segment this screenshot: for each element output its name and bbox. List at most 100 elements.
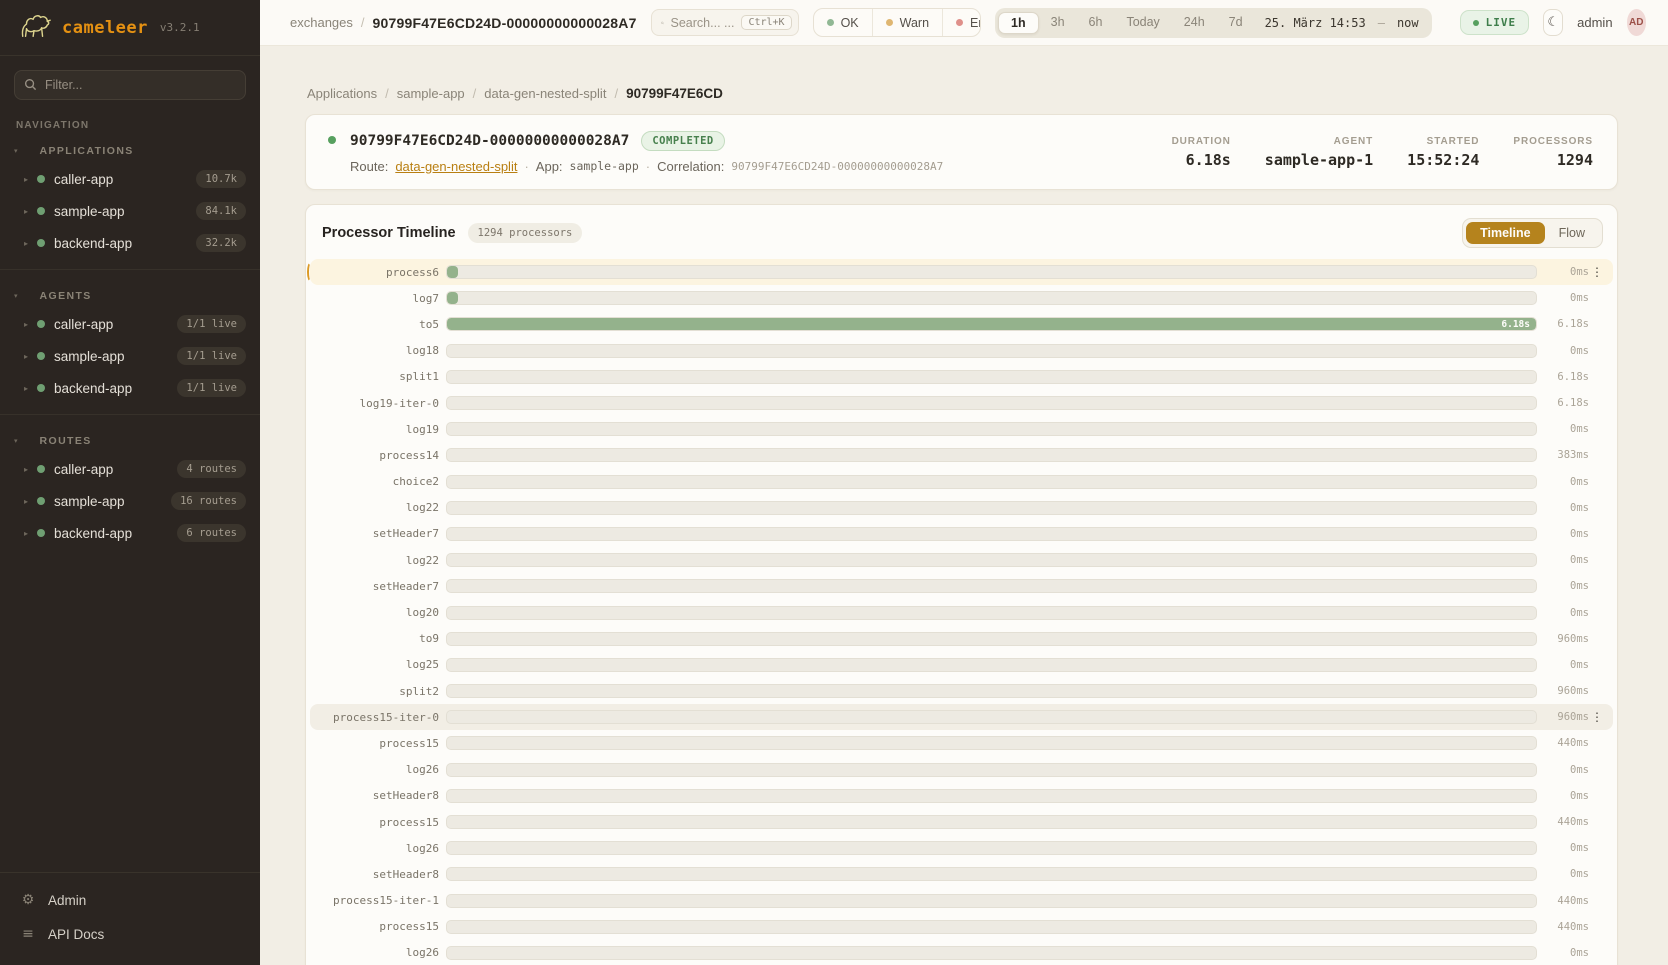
timeline-track [446, 344, 1537, 358]
sidebar-item-caller-app[interactable]: ▸ caller-app 10.7k [0, 163, 260, 195]
range-today-button[interactable]: Today [1114, 12, 1171, 34]
timeline-row[interactable]: log25 0ms ⋮ [310, 652, 1613, 678]
crumb-applications[interactable]: Applications [307, 86, 377, 101]
timeline-track [446, 841, 1537, 855]
sidebar-filter-input[interactable] [14, 70, 246, 100]
processor-name: to9 [314, 632, 446, 645]
route-label: Route: [350, 159, 388, 174]
timeline-row[interactable]: process15-iter-1 440ms ⋮ [310, 888, 1613, 914]
range-1h-button[interactable]: 1h [998, 12, 1039, 34]
timeline-row[interactable]: log26 0ms ⋮ [310, 940, 1613, 965]
timeline-track [446, 370, 1537, 384]
kebab-menu-icon[interactable]: ⋮ [1589, 265, 1605, 279]
processor-name: log19 [314, 423, 446, 436]
chevron-down-icon: ▾ [14, 292, 18, 300]
sidebar-item-sample-app[interactable]: ▸ sample-app 1/1 live [0, 340, 260, 372]
item-label: backend-app [54, 381, 168, 396]
timeline-row[interactable]: process15-iter-0 960ms ⋮ [310, 704, 1613, 730]
timeline-row[interactable]: choice2 0ms ⋮ [310, 469, 1613, 495]
timeline-row[interactable]: log26 0ms ⋮ [310, 835, 1613, 861]
chevron-right-icon: ▸ [24, 207, 28, 216]
timeline-row[interactable]: log26 0ms ⋮ [310, 757, 1613, 783]
timeline-row[interactable]: log22 0ms ⋮ [310, 495, 1613, 521]
item-label: sample-app [54, 494, 162, 509]
flow-view-button[interactable]: Flow [1545, 222, 1599, 244]
route-link[interactable]: data-gen-nested-split [395, 159, 517, 174]
sidebar-item-caller-app[interactable]: ▸ caller-app 4 routes [0, 453, 260, 485]
crumb-route[interactable]: data-gen-nested-split [484, 86, 606, 101]
timeline-row[interactable]: log19-iter-0 6.18s ⋮ [310, 390, 1613, 416]
chevron-right-icon: ▸ [24, 175, 28, 184]
timeline-row[interactable]: log7 0ms ⋮ [310, 285, 1613, 311]
breadcrumb-section[interactable]: exchanges [290, 15, 353, 30]
timeline-row[interactable]: split2 960ms ⋮ [310, 678, 1613, 704]
timeline-row[interactable]: setHeader8 0ms ⋮ [310, 783, 1613, 809]
status-filter-error[interactable]: Error [943, 9, 981, 36]
exchange-meta: Route: data-gen-nested-split · App: samp… [350, 159, 943, 174]
live-indicator[interactable]: LIVE [1460, 10, 1530, 35]
timeline-row[interactable]: to5 6.18s 6.18s ⋮ [310, 311, 1613, 337]
processor-name: log26 [314, 763, 446, 776]
timeline-track [446, 736, 1537, 750]
range-6h-button[interactable]: 6h [1077, 12, 1115, 34]
sidebar-item-backend-app[interactable]: ▸ backend-app 6 routes [0, 517, 260, 549]
brand-header[interactable]: cameleer v3.2.1 [0, 0, 260, 56]
range-24h-button[interactable]: 24h [1172, 12, 1217, 34]
timeline-row[interactable]: to9 960ms ⋮ [310, 626, 1613, 652]
sidebar-item-backend-app[interactable]: ▸ backend-app 1/1 live [0, 372, 260, 404]
timeline-row[interactable]: process14 383ms ⋮ [310, 442, 1613, 468]
correlation-value: 90799F47E6CD24D-00000000000028A7 [731, 160, 943, 173]
section-header[interactable]: ▾ APPLICATIONS [0, 135, 260, 163]
global-search[interactable]: Search... ... Ctrl+K [651, 9, 799, 36]
timeline-row[interactable]: process6 0ms ⋮ [310, 259, 1613, 285]
sidebar-item-sample-app[interactable]: ▸ sample-app 84.1k [0, 195, 260, 227]
timeline-view-button[interactable]: Timeline [1466, 222, 1544, 244]
timeline-row[interactable]: process15 440ms ⋮ [310, 809, 1613, 835]
timeline-row[interactable]: process15 440ms ⋮ [310, 914, 1613, 940]
section-header[interactable]: ▾ ROUTES [0, 425, 260, 453]
timeline-row[interactable]: setHeader7 0ms ⋮ [310, 573, 1613, 599]
range-7d-button[interactable]: 7d [1217, 12, 1255, 34]
sidebar-item-api-docs[interactable]: ≡ API Docs [0, 917, 260, 951]
timeline-row[interactable]: split1 6.18s ⋮ [310, 364, 1613, 390]
camel-logo-icon [18, 10, 52, 45]
avatar[interactable]: AD [1627, 9, 1646, 36]
timeline-row[interactable]: setHeader8 0ms ⋮ [310, 861, 1613, 887]
sidebar-item-admin[interactable]: ⚙ Admin [0, 883, 260, 917]
timeline-row[interactable]: log19 0ms ⋮ [310, 416, 1613, 442]
search-placeholder: Search... ... [671, 16, 735, 30]
section-header[interactable]: ▾ AGENTS [0, 280, 260, 308]
status-dot [37, 465, 45, 473]
chevron-right-icon: ▸ [24, 320, 28, 329]
sidebar-item-caller-app[interactable]: ▸ caller-app 1/1 live [0, 308, 260, 340]
sidebar-item-backend-app[interactable]: ▸ backend-app 32.2k [0, 227, 260, 259]
timeline-row[interactable]: log20 0ms ⋮ [310, 599, 1613, 625]
status-dot [328, 136, 336, 144]
status-dot [37, 352, 45, 360]
count-badge: 1/1 live [177, 347, 246, 365]
sidebar-item-sample-app[interactable]: ▸ sample-app 16 routes [0, 485, 260, 517]
crumb-app[interactable]: sample-app [397, 86, 465, 101]
dark-mode-toggle[interactable]: ☾ [1543, 9, 1563, 36]
duration-bar: 6.18s [447, 318, 1536, 330]
processor-name: split1 [314, 370, 446, 383]
timeline-row[interactable]: setHeader7 0ms ⋮ [310, 521, 1613, 547]
timeline-header: Processor Timeline 1294 processors Timel… [306, 205, 1617, 257]
status-badge: COMPLETED [641, 131, 724, 151]
duration-value: 0ms [1537, 659, 1589, 671]
content-column: exchanges / 90799F47E6CD24D-000000000000… [260, 0, 1668, 965]
timeline-row[interactable]: process15 440ms ⋮ [310, 730, 1613, 756]
status-filter-ok[interactable]: OK [814, 9, 873, 36]
timeline-row[interactable]: log18 0ms ⋮ [310, 338, 1613, 364]
duration-value: 440ms [1537, 816, 1589, 828]
timeline-row[interactable]: log22 0ms ⋮ [310, 547, 1613, 573]
duration-value: 0ms [1537, 868, 1589, 880]
timeline-track [446, 920, 1537, 934]
status-dot [37, 529, 45, 537]
status-filter-warn[interactable]: Warn [873, 9, 943, 36]
range-3h-button[interactable]: 3h [1039, 12, 1077, 34]
kebab-menu-icon[interactable]: ⋮ [1589, 710, 1605, 724]
count-badge: 16 routes [171, 492, 246, 510]
duration-bar [447, 266, 458, 278]
processor-name: setHeader8 [314, 789, 446, 802]
